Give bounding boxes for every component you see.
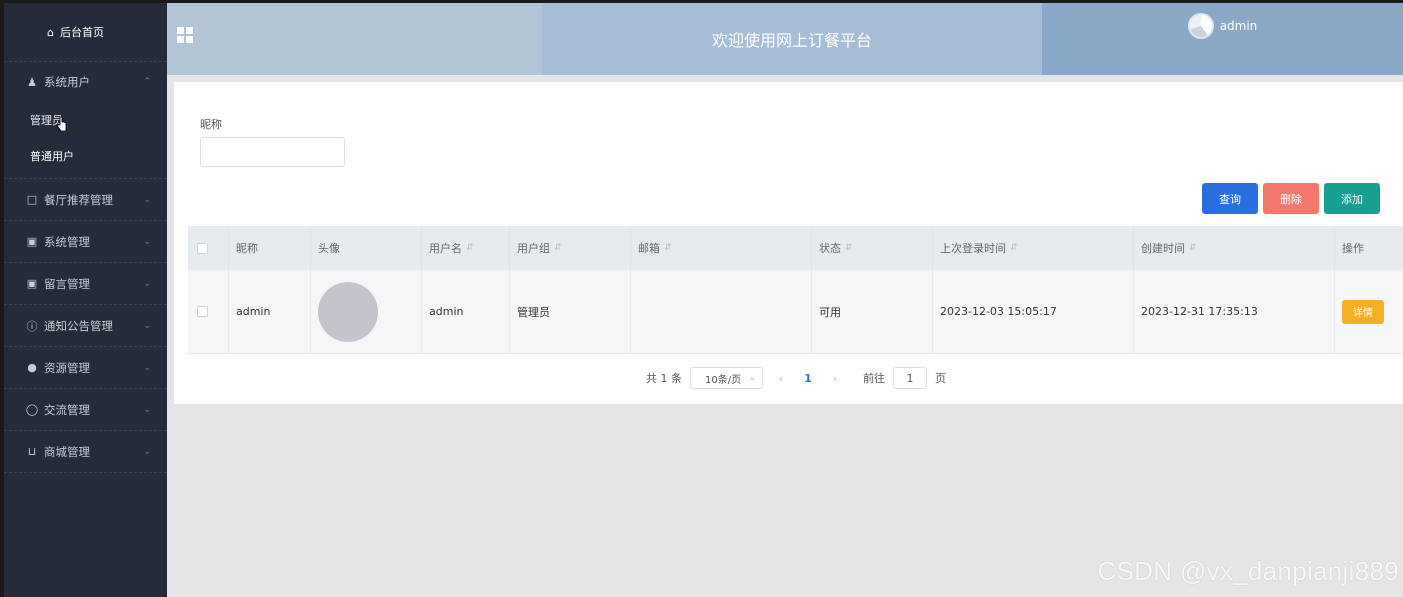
pagination: 共 1 条 10条/页 ⌄ ‹ 1 › 前往 1 页 bbox=[646, 367, 946, 389]
sort-icon[interactable]: ⇵ bbox=[466, 243, 474, 253]
cell-group: 管理员 bbox=[510, 270, 631, 353]
sidebar-subitem-normal-users[interactable]: 普通用户 bbox=[4, 138, 167, 174]
menu-grid-icon[interactable] bbox=[177, 27, 193, 43]
row-checkbox[interactable] bbox=[197, 306, 208, 317]
table-row: admin admin 管理员 可用 2023-12-03 15:05:17 2… bbox=[188, 270, 1403, 354]
column-header[interactable]: 用户名 ⇵ bbox=[422, 226, 510, 270]
nickname-label: 昵称 bbox=[200, 118, 222, 131]
prev-page-icon[interactable]: ‹ bbox=[771, 372, 791, 385]
sidebar-item-messages[interactable]: ▣ 留言管理 ⌄ bbox=[4, 263, 167, 305]
avatar[interactable] bbox=[1187, 13, 1214, 39]
row-checkbox-cell bbox=[188, 270, 229, 353]
select-all-checkbox[interactable] bbox=[197, 242, 208, 254]
page-size-select[interactable]: 10条/页 ⌄ bbox=[690, 367, 763, 389]
sidebar-subitem-admin[interactable]: 管理员 bbox=[4, 102, 167, 138]
sidebar-item-label: 留言管理 bbox=[44, 276, 90, 291]
user-icon: ♟ bbox=[27, 75, 37, 89]
user-area[interactable]: admin bbox=[1042, 3, 1403, 75]
share-icon: □ bbox=[26, 193, 38, 206]
column-header[interactable]: 邮箱 ⇵ bbox=[631, 226, 812, 270]
column-header[interactable]: 上次登录时间 ⇵ bbox=[933, 226, 1134, 270]
sidebar-item-label: 通知公告管理 bbox=[44, 318, 113, 333]
page-size-value: 10条/页 bbox=[705, 374, 742, 386]
chevron-up-icon: ⌃ bbox=[143, 77, 151, 87]
sort-icon[interactable]: ⇵ bbox=[554, 243, 562, 253]
cell-created: 2023-12-31 17:35:13 bbox=[1134, 270, 1335, 353]
sort-icon[interactable]: ⇵ bbox=[845, 243, 853, 253]
sidebar-item-label: 商城管理 bbox=[44, 444, 90, 459]
info-icon: ⓘ bbox=[26, 319, 38, 333]
user-name[interactable]: admin bbox=[1220, 19, 1258, 33]
table-header: 昵称 头像 用户名 ⇵ 用户组 ⇵ 邮箱 ⇵ 状态 ⇵ 上次登录时间 ⇵ 创建时间 ⇵ 操作 bbox=[188, 226, 1403, 270]
sidebar-item-home[interactable]: ⌂ 后台首页 bbox=[4, 3, 167, 62]
chevron-down-icon: ⌄ bbox=[143, 362, 151, 373]
sidebar-item-label: 交流管理 bbox=[44, 402, 90, 417]
top-header: 欢迎使用网上订餐平台 admin bbox=[167, 3, 1403, 75]
sort-icon[interactable]: ⇵ bbox=[1189, 243, 1197, 253]
chevron-down-icon: ⌄ bbox=[143, 236, 151, 247]
column-header[interactable]: 用户组 ⇵ bbox=[510, 226, 631, 270]
sidebar-item-shop[interactable]: ⊔ 商城管理 ⌄ bbox=[4, 431, 167, 473]
sidebar-item-restaurant[interactable]: □ 餐厅推荐管理 ⌄ bbox=[4, 179, 167, 221]
chevron-down-icon: ⌄ bbox=[143, 446, 151, 457]
sort-icon[interactable]: ⇵ bbox=[664, 243, 672, 253]
nickname-input[interactable] bbox=[200, 137, 345, 167]
header-left bbox=[167, 3, 542, 75]
query-button[interactable]: 查询 bbox=[1202, 183, 1258, 214]
content-panel: 昵称 查询 删除 添加 昵称 头像 用户名 ⇵ 用户组 ⇵ 邮箱 ⇵ 状态 ⇵ 上次登录… bbox=[174, 82, 1403, 404]
sidebar-item-system[interactable]: ▣ 系统管理 ⌄ bbox=[4, 221, 167, 263]
cell-actions: 详情 bbox=[1335, 270, 1403, 353]
avatar bbox=[318, 281, 378, 342]
cell-email bbox=[631, 270, 812, 353]
location-icon: ● bbox=[27, 361, 37, 374]
sidebar-item-label: 系统用户 bbox=[44, 75, 90, 89]
chat-icon: ◯ bbox=[25, 403, 39, 416]
chevron-down-icon: ⌄ bbox=[143, 194, 151, 205]
goto-prefix: 前往 bbox=[863, 372, 885, 385]
home-icon: ⌂ bbox=[47, 25, 54, 39]
column-header: 操作 bbox=[1342, 242, 1364, 255]
header-checkbox-cell bbox=[188, 226, 229, 270]
image-icon: ▣ bbox=[26, 277, 38, 290]
user-table: 昵称 头像 用户名 ⇵ 用户组 ⇵ 邮箱 ⇵ 状态 ⇵ 上次登录时间 ⇵ 创建时间 ⇵ 操作… bbox=[188, 226, 1403, 354]
page-number-current[interactable]: 1 bbox=[799, 372, 817, 385]
watermark: CSDN @vx_danpianji889 bbox=[1097, 556, 1399, 586]
sort-icon[interactable]: ⇵ bbox=[1010, 243, 1018, 253]
cell-status: 可用 bbox=[812, 270, 933, 353]
chevron-down-icon: ⌄ bbox=[748, 373, 756, 383]
cell-username: admin bbox=[422, 270, 510, 353]
page-title: 欢迎使用网上订餐平台 bbox=[542, 3, 1042, 75]
hand-cursor-icon bbox=[57, 116, 67, 132]
cell-last-login: 2023-12-03 15:05:17 bbox=[933, 270, 1134, 353]
chevron-down-icon: ⌄ bbox=[143, 278, 151, 289]
sidebar-item-resources[interactable]: ● 资源管理 ⌄ bbox=[4, 347, 167, 389]
cell-nickname: admin bbox=[229, 270, 311, 353]
detail-button[interactable]: 详情 bbox=[1342, 299, 1384, 324]
sidebar: ⌂ 后台首页 ♟ 系统用户 ⌃ 管理员 普通用户 □ 餐厅推荐管理 ⌄ ▣ 系统… bbox=[4, 3, 167, 597]
delete-button[interactable]: 删除 bbox=[1263, 183, 1319, 214]
sidebar-item-label: 后台首页 bbox=[59, 26, 104, 39]
image-icon: ▣ bbox=[26, 235, 38, 248]
chevron-down-icon: ⌄ bbox=[143, 404, 151, 415]
sidebar-item-notices[interactable]: ⓘ 通知公告管理 ⌄ bbox=[4, 305, 167, 347]
sidebar-group-system-users: ♟ 系统用户 ⌃ 管理员 普通用户 bbox=[4, 62, 167, 179]
next-page-icon[interactable]: › bbox=[825, 372, 845, 385]
goto-suffix: 页 bbox=[935, 372, 946, 385]
cell-avatar bbox=[311, 270, 422, 353]
chevron-down-icon: ⌄ bbox=[143, 320, 151, 331]
sidebar-item-exchange[interactable]: ◯ 交流管理 ⌄ bbox=[4, 389, 167, 431]
goto-page-input[interactable]: 1 bbox=[893, 367, 927, 389]
column-header: 头像 bbox=[311, 226, 422, 270]
column-header[interactable]: 状态 ⇵ bbox=[812, 226, 933, 270]
sidebar-item-label: 系统管理 bbox=[44, 234, 90, 249]
add-button[interactable]: 添加 bbox=[1324, 183, 1380, 214]
column-header[interactable]: 创建时间 ⇵ bbox=[1134, 226, 1335, 270]
pagination-total: 共 1 条 bbox=[646, 372, 682, 385]
column-header: 昵称 bbox=[229, 226, 311, 270]
sidebar-item-label: 餐厅推荐管理 bbox=[44, 192, 113, 207]
sidebar-item-label: 资源管理 bbox=[44, 360, 90, 375]
sidebar-item-system-users[interactable]: ♟ 系统用户 ⌃ bbox=[4, 62, 167, 102]
cart-icon: ⊔ bbox=[27, 445, 37, 458]
